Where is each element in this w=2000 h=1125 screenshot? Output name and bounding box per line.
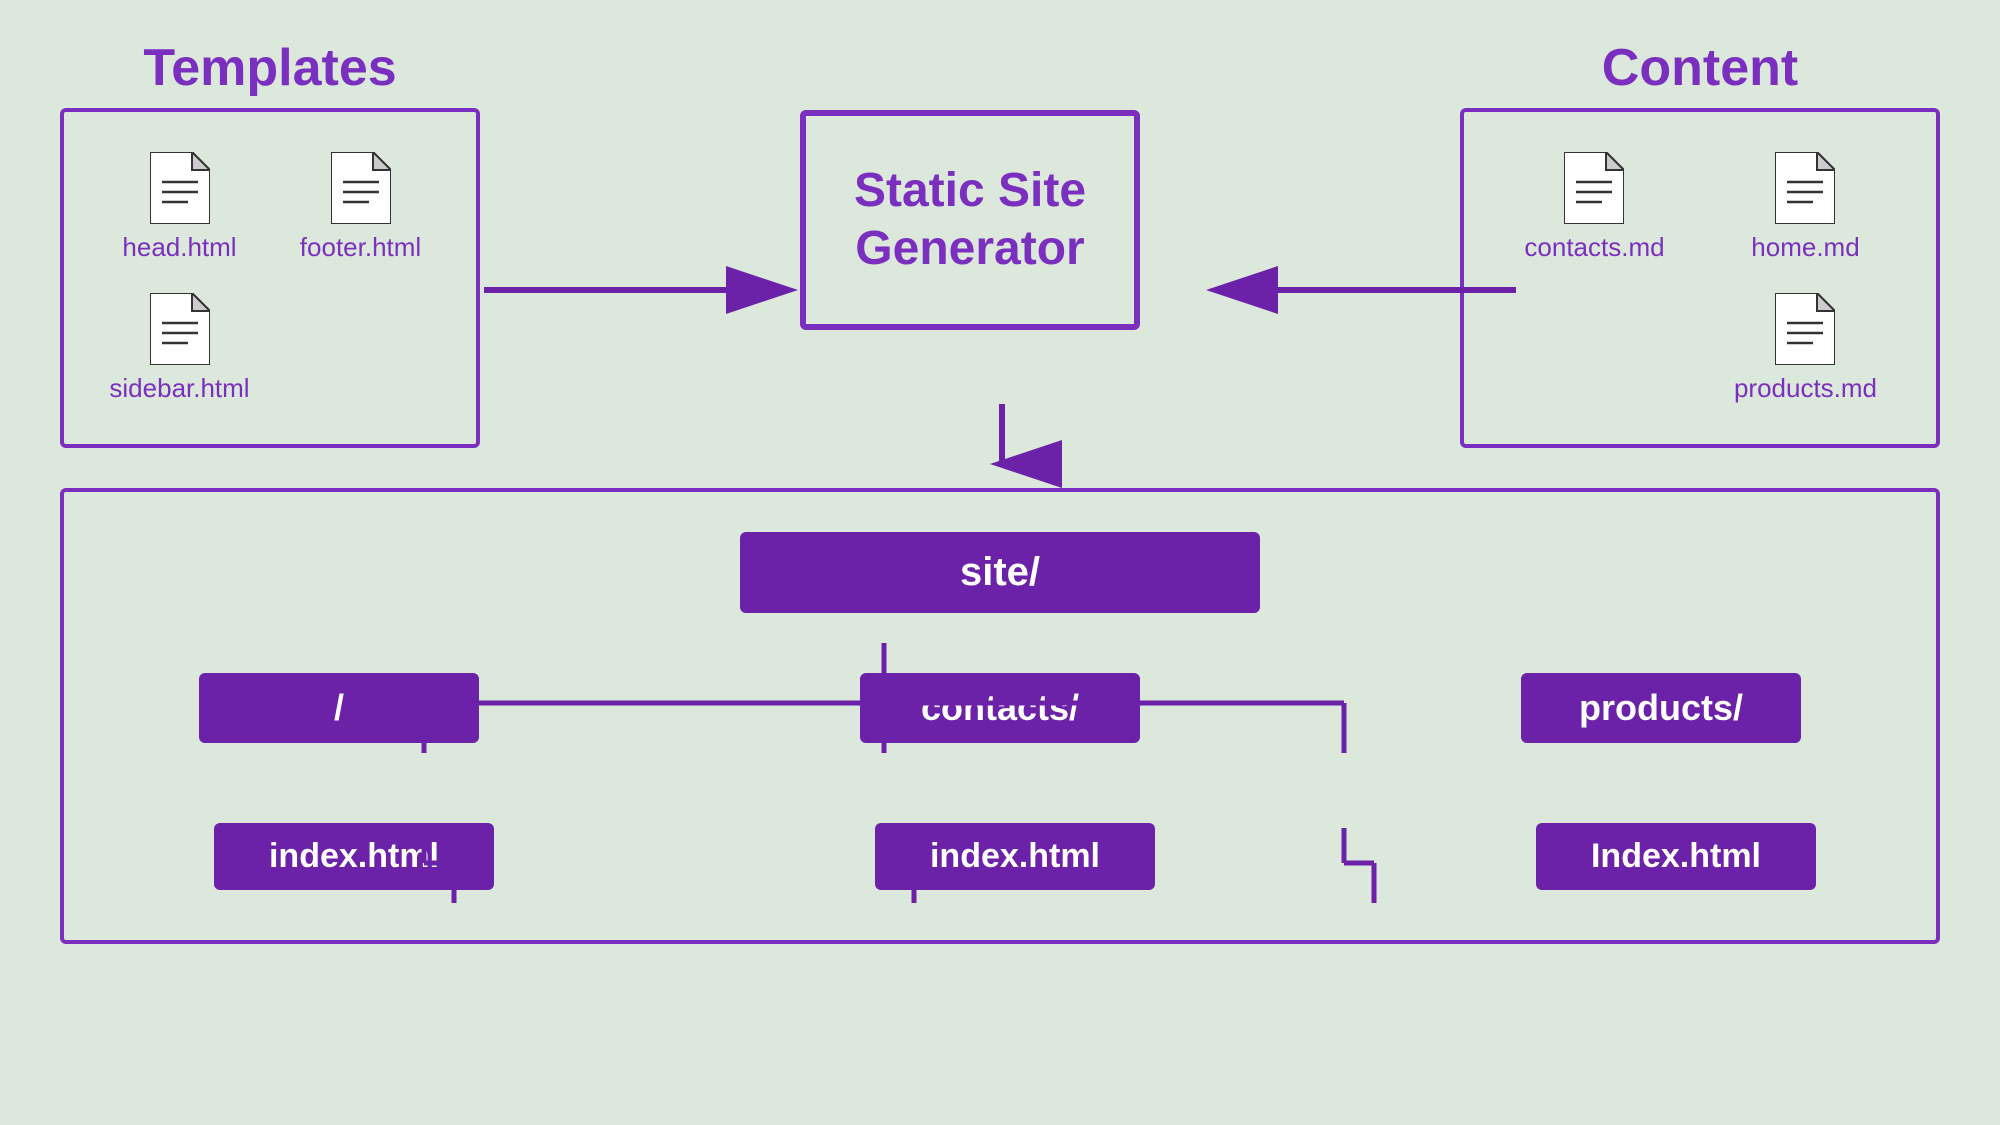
generator-label: Static SiteGenerator — [854, 162, 1086, 277]
file-icon-footer — [331, 152, 391, 224]
file-label-footer: footer.html — [300, 232, 421, 263]
tree-lines-svg — [124, 673, 1876, 953]
generator-section: Static SiteGenerator — [800, 110, 1140, 330]
file-item-sidebar: sidebar.html — [109, 293, 249, 404]
file-item-head: head.html — [122, 152, 236, 263]
file-icon-products — [1775, 293, 1835, 365]
output-section: site/ — [60, 488, 1940, 944]
file-icon-home — [1775, 152, 1835, 224]
file-label-contacts: contacts.md — [1524, 232, 1664, 263]
file-icon-contacts — [1564, 152, 1624, 224]
templates-box: head.html footer.html — [60, 108, 480, 448]
file-item-footer: footer.html — [300, 152, 421, 263]
file-label-sidebar: sidebar.html — [109, 373, 249, 404]
content-box: contacts.md home.md — [1460, 108, 1940, 448]
file-icon-sidebar — [150, 293, 210, 365]
file-item-contacts: contacts.md — [1524, 152, 1664, 263]
site-bar: site/ — [740, 532, 1260, 613]
file-label-home: home.md — [1751, 232, 1859, 263]
file-item-products: products.md — [1734, 293, 1877, 404]
content-title: Content — [1602, 38, 1798, 98]
file-item-home: home.md — [1751, 152, 1859, 263]
generator-box: Static SiteGenerator — [800, 110, 1140, 330]
templates-title: Templates — [143, 38, 396, 98]
file-label-products: products.md — [1734, 373, 1877, 404]
file-icon-head — [150, 152, 210, 224]
file-label-head: head.html — [122, 232, 236, 263]
templates-section: Templates head.html — [60, 38, 480, 448]
content-section: Content contacts.md — [1460, 38, 1940, 448]
